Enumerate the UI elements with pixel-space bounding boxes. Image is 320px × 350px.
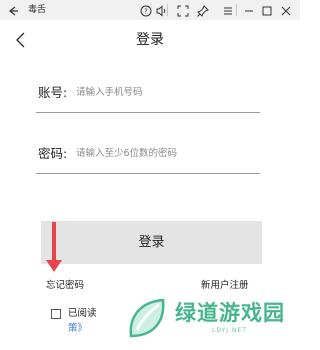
account-label: 账号: bbox=[38, 85, 68, 100]
help-icon[interactable]: ? bbox=[139, 3, 153, 17]
titlebar-divider bbox=[167, 4, 168, 16]
register-link[interactable]: 新用户注册 bbox=[201, 279, 249, 293]
window-title: 毒舌 bbox=[28, 5, 47, 15]
svg-text:?: ? bbox=[144, 8, 148, 16]
title-bar: 毒舌 ? bbox=[0, 0, 300, 20]
minimize-icon[interactable] bbox=[242, 3, 256, 17]
agree-label: 已阅读 bbox=[68, 308, 97, 319]
password-label: 密码: bbox=[38, 146, 68, 161]
menu-icon[interactable] bbox=[221, 3, 235, 17]
maximize-icon[interactable] bbox=[260, 3, 274, 17]
account-input[interactable] bbox=[76, 85, 256, 101]
password-input[interactable] bbox=[76, 146, 256, 162]
watermark-subtext: LDYJ.NET bbox=[212, 327, 247, 334]
back-arrow-icon[interactable] bbox=[6, 3, 20, 17]
password-underline bbox=[36, 173, 260, 174]
page-title: 登录 bbox=[136, 32, 164, 48]
pin-icon[interactable] bbox=[196, 3, 210, 17]
watermark-text: 绿道游戏园 bbox=[175, 301, 285, 325]
watermark-logo-icon bbox=[125, 296, 171, 342]
app-window: 毒舌 ? 登录 账号: 密码: bbox=[0, 0, 300, 350]
agree-checkbox[interactable] bbox=[51, 309, 61, 319]
fullscreen-icon[interactable] bbox=[176, 3, 190, 17]
policy-link[interactable]: 策》 bbox=[68, 322, 87, 336]
forgot-password-link[interactable]: 忘记密码 bbox=[46, 279, 84, 293]
red-arrow-icon bbox=[44, 222, 64, 274]
titlebar-divider bbox=[236, 4, 237, 16]
account-underline bbox=[36, 112, 260, 113]
close-icon[interactable] bbox=[279, 3, 293, 17]
login-button[interactable]: 登录 bbox=[41, 221, 262, 264]
